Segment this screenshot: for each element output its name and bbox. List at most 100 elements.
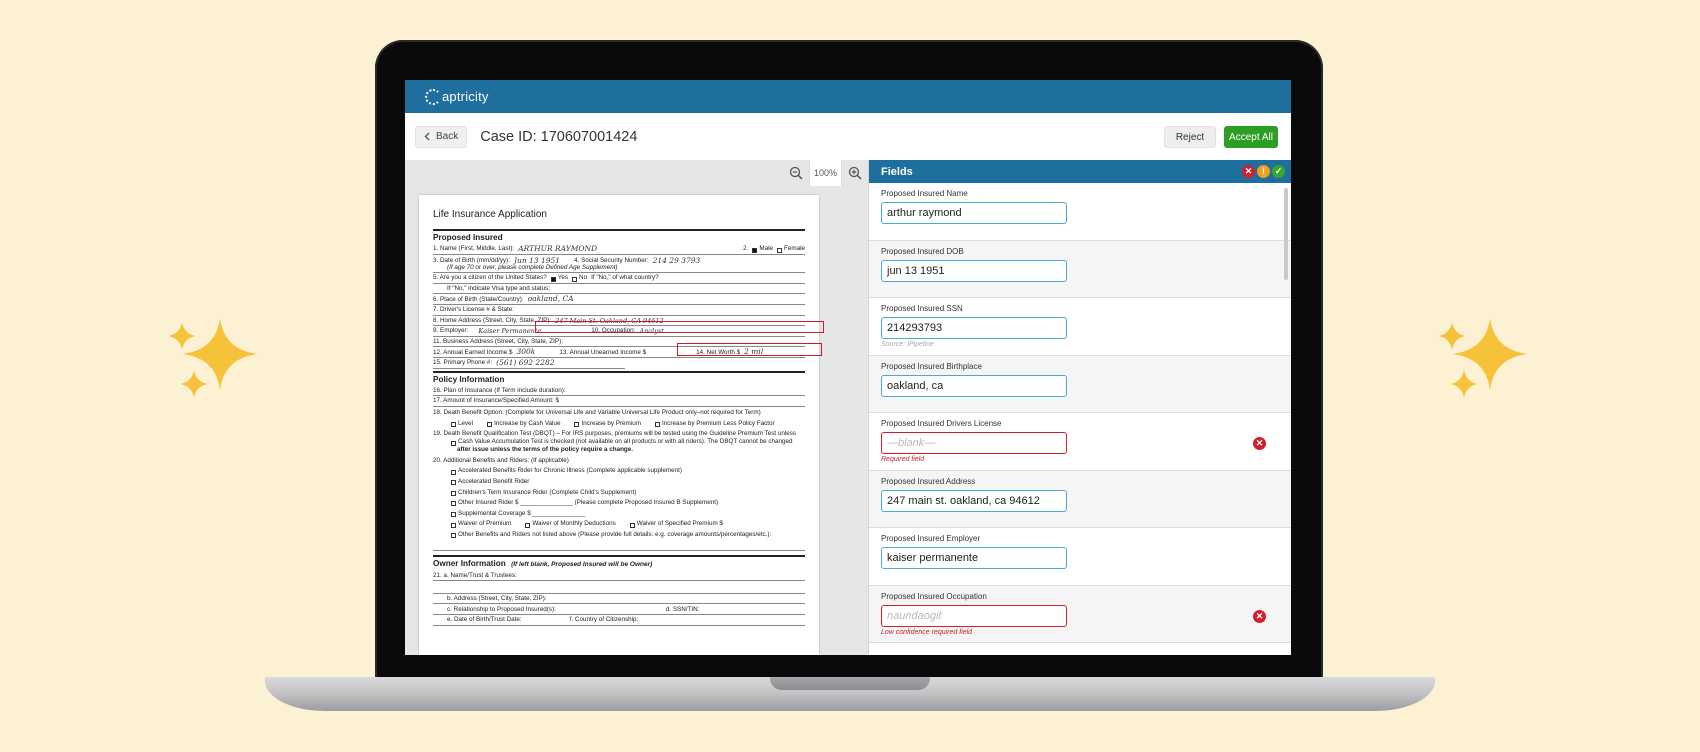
occupation-highlight[interactable] bbox=[677, 343, 822, 356]
field-label: Proposed Insured Address bbox=[881, 476, 976, 486]
doc-text: 15. Primary Phone #: bbox=[433, 359, 493, 367]
doc-text: If "No," of what country? bbox=[591, 274, 659, 282]
insured-drivers-license-input[interactable]: —blank— bbox=[881, 432, 1067, 454]
check-icon[interactable]: ✓ bbox=[1272, 165, 1285, 178]
error-x-icon[interactable]: ✕ bbox=[1253, 437, 1266, 450]
fields-header: Fields ✕ ! ✓ bbox=[869, 160, 1291, 183]
back-button[interactable]: Back bbox=[415, 125, 468, 148]
doc-text: Increase by Premium bbox=[581, 419, 641, 427]
doc-line: b. Address (Street, City, State, ZIP): bbox=[433, 594, 805, 605]
document-page: Life Insurance Application Proposed Insu… bbox=[419, 195, 824, 655]
field-label: Proposed Insured Drivers License bbox=[881, 419, 1002, 428]
doc-text: 2. bbox=[743, 245, 749, 253]
capricity-logo-icon bbox=[425, 88, 441, 105]
section-proposed-insured: Proposed Insured bbox=[433, 229, 805, 242]
logo-text: aptricity bbox=[442, 89, 489, 104]
doc-line: 5. Are you a citizen of the United State… bbox=[433, 273, 805, 284]
doc-line: 20. Additional Benefits and Riders: (If … bbox=[433, 456, 569, 464]
checkbox bbox=[451, 480, 456, 486]
field-label: Proposed Insured Employer bbox=[881, 534, 981, 543]
drivers-license-highlight[interactable] bbox=[535, 321, 824, 333]
doc-text: 9. Employer: bbox=[433, 327, 469, 335]
chevron-left-icon bbox=[424, 132, 430, 141]
handwriting: (561) 692 2282 bbox=[496, 358, 555, 368]
insured-occupation-input[interactable]: naundaogit bbox=[881, 604, 1067, 627]
insured-ssn-input[interactable]: 214293793 bbox=[881, 317, 1067, 339]
warning-icon[interactable]: ! bbox=[1257, 165, 1270, 178]
doc-text: 12. Annual Earned Income $ bbox=[433, 348, 513, 356]
doc-line: Children's Term Insurance Rider (Complet… bbox=[433, 486, 805, 497]
doc-line: Accelerated Benefit Rider bbox=[433, 476, 805, 487]
insured-dob-input[interactable]: jun 13 1951 bbox=[881, 259, 1067, 282]
doc-text: 1. Name (First, Middle, Last): bbox=[433, 245, 515, 253]
checkbox bbox=[777, 247, 782, 253]
doc-text: No bbox=[579, 274, 588, 282]
zoom-out-button[interactable] bbox=[783, 160, 809, 186]
doc-text: Other Benefits and Riders not listed abo… bbox=[458, 530, 772, 538]
checkbox bbox=[654, 421, 660, 427]
doc-text: 7. Driver's License # & State: bbox=[433, 306, 514, 314]
error-x-icon[interactable]: ✕ bbox=[1253, 609, 1266, 623]
filter-icons: ✕ ! ✓ bbox=[1242, 165, 1285, 178]
zoom-in-button[interactable] bbox=[842, 160, 868, 186]
field-row-birthplace: Proposed Insured Birthplace oakland, ca bbox=[869, 355, 1291, 413]
doc-line: Accelerated Benefits Rider for Chronic I… bbox=[433, 465, 805, 476]
doc-text: Male bbox=[759, 245, 773, 253]
doc-line: 21. a. Name/Trust & Trustees: bbox=[433, 570, 805, 581]
field-error-note: Required field bbox=[881, 456, 925, 463]
insured-name-input[interactable]: arthur raymond bbox=[881, 202, 1067, 224]
checkbox bbox=[572, 276, 578, 282]
doc-line: Supplemental Coverage $ _______________ bbox=[433, 507, 805, 518]
field-label: Proposed Insured SSN bbox=[881, 304, 963, 313]
capricity-logo[interactable]: aptricity bbox=[425, 88, 489, 105]
doc-line: Other Insured Rider $ _______________ (P… bbox=[433, 497, 805, 508]
insured-employer-input[interactable]: kaiser permanente bbox=[881, 547, 1067, 569]
doc-line: Other Benefits and Riders not listed abo… bbox=[433, 529, 805, 540]
sparkle-icon bbox=[168, 318, 258, 398]
reject-button[interactable]: Reject bbox=[1164, 126, 1216, 148]
doc-line: 18. Death Benefit Option: (Complete for … bbox=[433, 409, 761, 417]
checkbox bbox=[451, 490, 456, 496]
handwriting: oakland, CA bbox=[527, 294, 574, 304]
insured-birthplace-input[interactable]: oakland, ca bbox=[881, 374, 1067, 397]
insured-address-input[interactable]: 247 main st. oakland, ca 94612 bbox=[881, 489, 1067, 512]
doc-text: Waiver of Specified Premium $ bbox=[636, 520, 723, 528]
fields-scrollbar[interactable] bbox=[1284, 188, 1288, 280]
doc-line bbox=[433, 581, 805, 594]
doc-text: e. Date of Birth/Trust Date: bbox=[447, 616, 522, 624]
document-title: Life Insurance Application bbox=[433, 209, 547, 220]
field-label: Proposed Insured Birthplace bbox=[881, 361, 982, 371]
field-row-occupation: Proposed Insured Occupation naundaogit L… bbox=[869, 585, 1291, 643]
doc-text: Other Insured Rider $ _______________ (P… bbox=[458, 499, 719, 507]
zoom-in-icon bbox=[848, 166, 862, 180]
doc-text: Supplemental Coverage $ _______________ bbox=[458, 509, 586, 517]
top-bar: aptricity bbox=[405, 80, 1291, 113]
section-policy-information: Policy Information bbox=[433, 370, 805, 384]
doc-text: Level bbox=[458, 419, 474, 427]
doc-text: 8. Home Address (Street, City, State, ZI… bbox=[433, 316, 552, 324]
document-viewer: 100% Life Insurance Application Proposed… bbox=[405, 160, 868, 655]
doc-text: Female bbox=[784, 245, 805, 253]
doc-line: 6. Place of Birth (State/Country): oakla… bbox=[433, 294, 805, 305]
doc-line: If "No," indicate Visa type and status: bbox=[433, 284, 805, 295]
checkbox bbox=[629, 522, 635, 528]
accept-all-button[interactable]: Accept All bbox=[1224, 126, 1278, 148]
back-label: Back bbox=[436, 131, 459, 142]
zoom-level: 100% bbox=[809, 160, 842, 186]
handwriting: Kaiser Permanente bbox=[478, 327, 542, 336]
field-row-name: Proposed Insured Name arthur raymond bbox=[869, 183, 1291, 241]
doc-line: 19. Death Benefit Qualification Test (DB… bbox=[433, 430, 797, 438]
doc-line: 7. Driver's License # & State: bbox=[433, 305, 805, 316]
error-x-icon[interactable]: ✕ bbox=[1242, 165, 1255, 178]
field-label: Proposed Insured DOB bbox=[881, 246, 964, 256]
doc-text: Accelerated Benefits Rider for Chronic I… bbox=[458, 467, 682, 475]
field-error-note: Low confidence required field bbox=[881, 628, 973, 636]
zoom-out-icon bbox=[789, 166, 803, 180]
checkbox bbox=[525, 522, 531, 528]
doc-text: 6. Place of Birth (State/Country): bbox=[433, 295, 524, 303]
checkbox bbox=[451, 512, 456, 518]
doc-line: c. Relationship to Proposed Insured(s): … bbox=[433, 604, 805, 616]
doc-text: f. Country of Citizenship: bbox=[569, 616, 639, 624]
checkbox bbox=[451, 440, 456, 446]
app-screen: aptricity Back Case ID: 170607001424 Rej… bbox=[405, 80, 1291, 655]
